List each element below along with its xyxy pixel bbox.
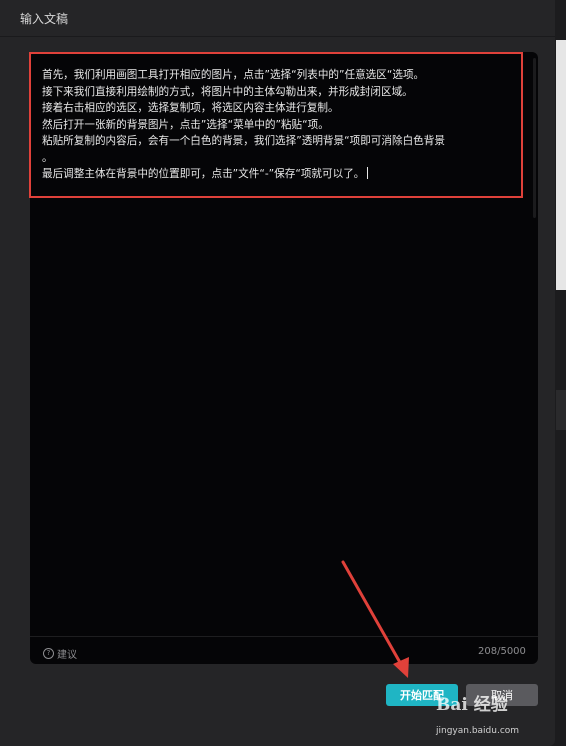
suggest-label: 建议	[57, 650, 77, 661]
start-match-button[interactable]: 开始匹配	[386, 684, 458, 706]
question-circle-icon: ?	[43, 648, 54, 659]
editor-footer-divider	[30, 636, 538, 637]
dialog-title: 输入文稿	[20, 12, 69, 26]
cancel-button[interactable]: 取消	[466, 684, 538, 706]
char-counter: 208/5000	[478, 646, 526, 657]
suggest-link[interactable]: ? 建议	[43, 646, 77, 661]
annotation-highlight-box	[29, 52, 523, 198]
scrollbar[interactable]	[533, 58, 536, 218]
script-input-dialog: 输入文稿 首先，我们利用画图工具打开相应的图片，点击”选择“列表中的”任意选区“…	[0, 0, 555, 746]
background-panel-right	[556, 40, 566, 290]
dialog-header: 输入文稿	[0, 0, 555, 37]
background-band-right	[556, 390, 566, 430]
